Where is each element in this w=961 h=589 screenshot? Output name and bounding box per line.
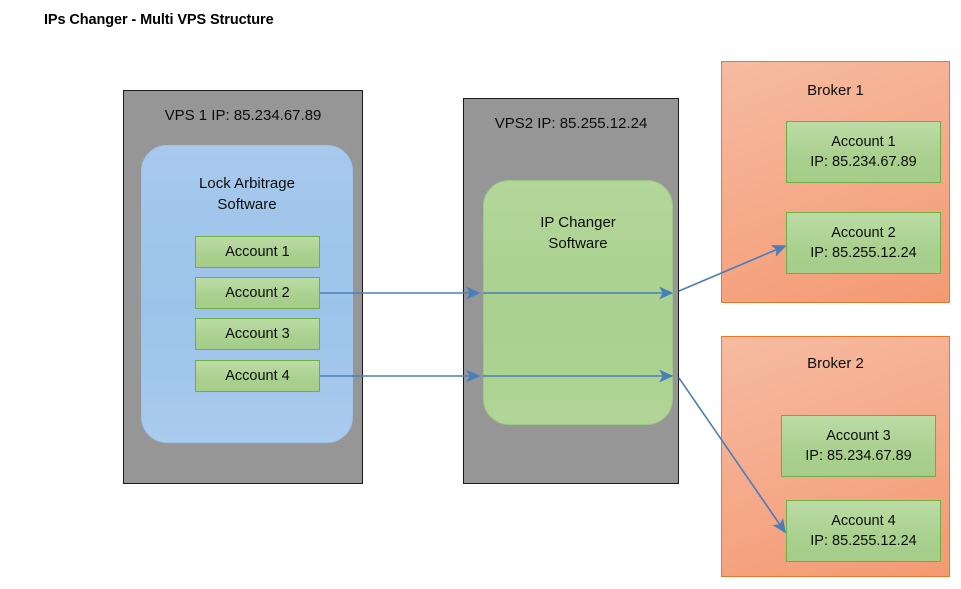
vps1-account-2-label: Account 2 <box>225 285 290 301</box>
broker2-account-3[interactable]: Account 3 IP: 85.234.67.89 <box>781 415 936 477</box>
broker1-account-2-ip: IP: 85.255.12.24 <box>810 245 917 261</box>
broker1-label: Broker 1 <box>807 82 864 99</box>
vps1-account-1-label: Account 1 <box>225 244 290 260</box>
broker2-account-4[interactable]: Account 4 IP: 85.255.12.24 <box>786 500 941 562</box>
broker1-account-1[interactable]: Account 1 IP: 85.234.67.89 <box>786 121 941 183</box>
vps1-account-1[interactable]: Account 1 <box>195 236 320 268</box>
broker2-account-4-label: Account 4 <box>831 513 896 529</box>
ip-changer-software-line2: Software <box>548 235 608 252</box>
broker1-account-1-label: Account 1 <box>831 134 896 150</box>
lock-arbitrage-software-line1: Lock Arbitrage <box>199 175 295 192</box>
ip-changer-software-box: IP Changer Software <box>483 180 673 425</box>
ip-changer-software-line1: IP Changer <box>540 214 616 231</box>
broker1-account-2[interactable]: Account 2 IP: 85.255.12.24 <box>786 212 941 274</box>
broker1-account-2-label: Account 2 <box>831 225 896 241</box>
page-title: IPs Changer - Multi VPS Structure <box>44 12 274 28</box>
broker2-label: Broker 2 <box>807 355 864 372</box>
broker1-account-1-ip: IP: 85.234.67.89 <box>810 154 917 170</box>
vps1-label: VPS 1 IP: 85.234.67.89 <box>164 107 322 124</box>
broker2-account-3-ip: IP: 85.234.67.89 <box>805 448 912 464</box>
vps2-label: VPS2 IP: 85.255.12.24 <box>494 115 648 132</box>
diagram-canvas: IPs Changer - Multi VPS Structure VPS 1 … <box>0 0 961 589</box>
broker2-account-4-ip: IP: 85.255.12.24 <box>810 533 917 549</box>
lock-arbitrage-software-line2: Software <box>217 196 277 213</box>
vps1-account-3-label: Account 3 <box>225 326 290 342</box>
vps1-account-3[interactable]: Account 3 <box>195 318 320 350</box>
vps1-account-4-label: Account 4 <box>225 368 290 384</box>
broker2-account-3-label: Account 3 <box>826 428 891 444</box>
vps1-account-4[interactable]: Account 4 <box>195 360 320 392</box>
vps1-account-2[interactable]: Account 2 <box>195 277 320 309</box>
